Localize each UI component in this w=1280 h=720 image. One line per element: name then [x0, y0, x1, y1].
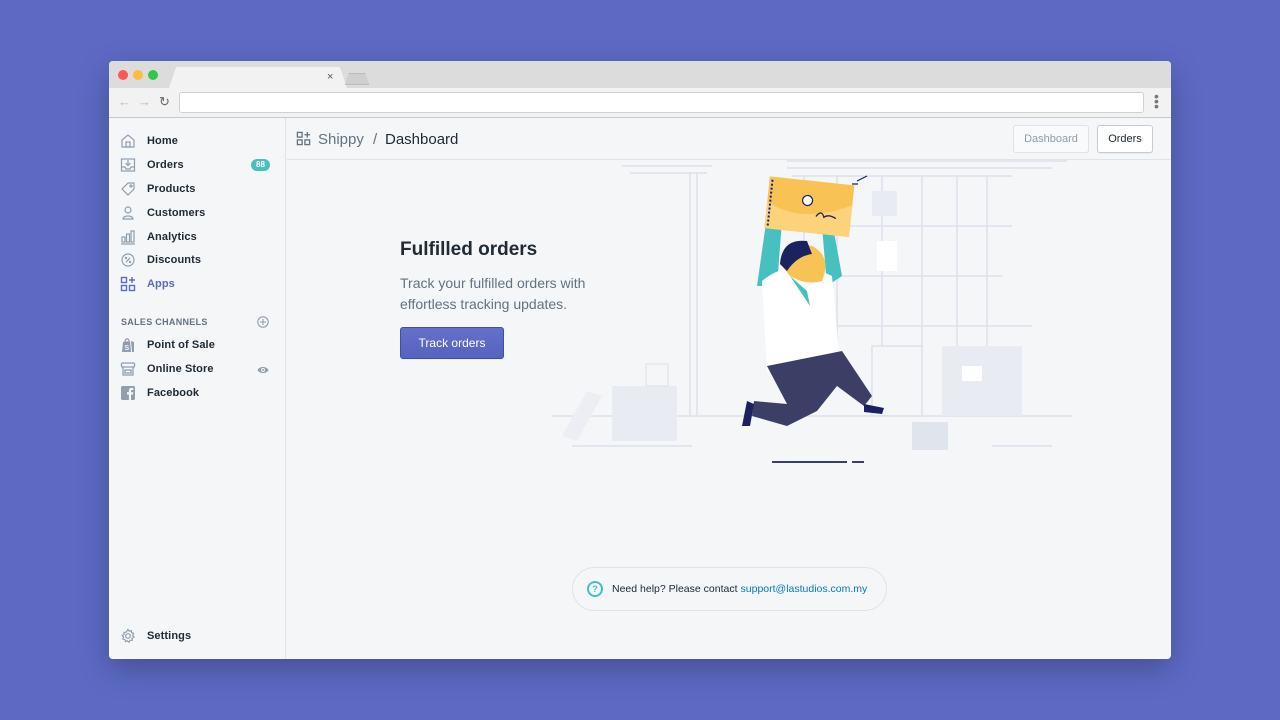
facebook-icon — [120, 385, 136, 401]
minimize-window-button[interactable] — [133, 70, 143, 80]
sidebar-item-label: Orders — [147, 159, 184, 171]
forward-icon[interactable]: → — [138, 94, 151, 110]
help-footer: ? Need help? Please contact support@last… — [572, 567, 887, 611]
browser-toolbar: ← → ↻ • • • — [109, 88, 1171, 118]
help-question-icon: ? — [587, 581, 603, 597]
support-email-link[interactable]: support@lastudios.com.my — [741, 583, 868, 595]
maximize-window-button[interactable] — [148, 70, 158, 80]
sidebar-item-analytics[interactable]: Analytics — [109, 226, 286, 248]
sidebar-item-label: Products — [147, 183, 196, 195]
breadcrumb-app-link[interactable]: Shippy — [318, 131, 364, 148]
bar-chart-icon — [120, 229, 136, 245]
back-icon[interactable]: ← — [118, 94, 131, 110]
sidebar-item-products[interactable]: Products — [109, 178, 286, 200]
browser-window: × ← → ↻ • • • Home Orders 88 Products Cu… — [109, 61, 1171, 659]
sidebar-item-label: Facebook — [147, 387, 200, 399]
sidebar: Home Orders 88 Products Customers Analyt… — [109, 118, 286, 659]
sidebar-item-online-store[interactable]: Online Store — [109, 358, 286, 380]
track-orders-button[interactable]: Track orders — [400, 327, 504, 359]
sidebar-item-label: Discounts — [147, 254, 202, 266]
discount-icon — [120, 252, 136, 268]
add-sales-channel-icon[interactable] — [257, 315, 269, 328]
browser-menu-icon[interactable]: • • • — [1154, 89, 1159, 113]
browser-tab[interactable] — [169, 67, 347, 88]
new-tab-button[interactable] — [345, 73, 369, 85]
empty-state-title: Fulfilled orders — [400, 239, 538, 260]
close-window-button[interactable] — [118, 70, 128, 80]
person-icon — [120, 205, 136, 221]
storefront-icon — [120, 361, 136, 377]
gear-icon — [120, 628, 136, 644]
app: Home Orders 88 Products Customers Analyt… — [109, 118, 1171, 659]
shopping-bag-icon: S — [120, 337, 136, 353]
main-content: Shippy / Dashboard Dashboard Orders Fulf… — [287, 118, 1171, 659]
sidebar-item-label: Customers — [147, 207, 206, 219]
sidebar-item-point-of-sale[interactable]: S Point of Sale — [109, 334, 286, 356]
help-text: Need help? Please contact — [612, 583, 738, 595]
reload-icon[interactable]: ↻ — [159, 94, 170, 110]
sidebar-item-settings[interactable]: Settings — [109, 625, 286, 647]
sidebar-item-facebook[interactable]: Facebook — [109, 382, 286, 404]
page-title: Dashboard — [385, 131, 459, 148]
sales-channels-heading: SALES CHANNELS — [121, 317, 208, 327]
sidebar-item-label: Point of Sale — [147, 339, 215, 351]
orders-icon — [120, 157, 136, 173]
sidebar-item-home[interactable]: Home — [109, 130, 286, 152]
tab-close-icon[interactable]: × — [327, 72, 333, 83]
sidebar-item-discounts[interactable]: Discounts — [109, 249, 286, 271]
apps-icon — [296, 131, 311, 146]
orders-count-badge: 88 — [251, 159, 270, 171]
sidebar-item-label: Analytics — [147, 231, 197, 243]
breadcrumb-separator: / — [373, 131, 378, 148]
svg-text:S: S — [125, 345, 130, 352]
sidebar-item-label: Online Store — [147, 363, 214, 375]
tag-icon — [120, 181, 136, 197]
fulfillment-illustration — [552, 160, 1072, 463]
title-bar: × — [109, 61, 1171, 88]
sidebar-item-apps[interactable]: Apps — [109, 273, 286, 295]
orders-button[interactable]: Orders — [1097, 125, 1153, 153]
sidebar-item-label: Home — [147, 135, 178, 147]
sidebar-item-label: Apps — [147, 278, 175, 290]
empty-state-description: Track your fulfilled orders with effortl… — [400, 275, 586, 312]
apps-icon — [120, 276, 136, 292]
sidebar-item-orders[interactable]: Orders 88 — [109, 154, 286, 176]
view-store-eye-icon[interactable] — [257, 363, 269, 375]
sidebar-item-label: Settings — [147, 630, 192, 642]
home-icon — [120, 133, 136, 149]
sidebar-item-customers[interactable]: Customers — [109, 202, 286, 224]
address-bar[interactable] — [179, 92, 1144, 113]
